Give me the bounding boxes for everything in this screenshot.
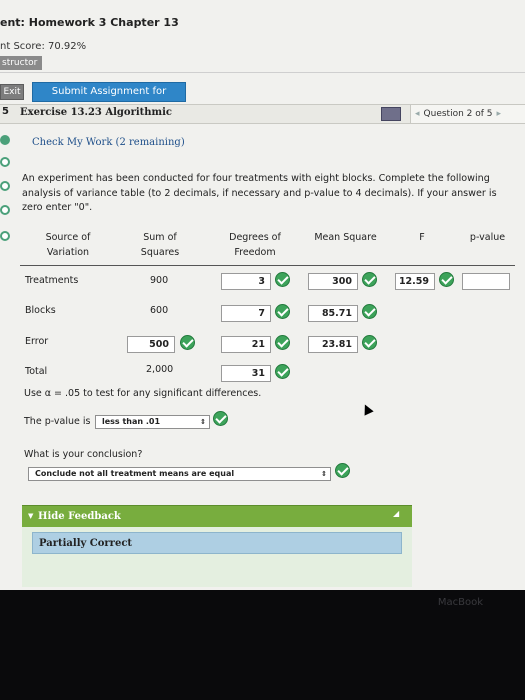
- header-source: Source of Variation: [45, 232, 91, 258]
- header-f: F: [419, 232, 425, 243]
- correct-check-icon: [335, 463, 350, 478]
- current-score: nt Score: 70.92%: [0, 41, 87, 52]
- error-df-input[interactable]: 21: [221, 336, 271, 353]
- correct-check-icon: [275, 335, 290, 350]
- part-status-icon: [0, 135, 10, 145]
- total-df-input[interactable]: 31: [221, 365, 271, 382]
- p-value-question: The p-value is: [24, 416, 91, 427]
- treatments-p-value-input[interactable]: [462, 273, 510, 290]
- calculator-icon[interactable]: [381, 107, 401, 121]
- hide-feedback-label[interactable]: Hide Feedback: [38, 511, 121, 522]
- next-question-icon[interactable]: ▸: [497, 109, 502, 119]
- correct-check-icon: [362, 304, 377, 319]
- total-ss: 2,000: [146, 364, 174, 375]
- correct-check-icon: [275, 364, 290, 379]
- part-status-icon: [0, 181, 10, 191]
- correct-check-icon: [362, 335, 377, 350]
- row-label-blocks: Blocks: [25, 305, 56, 316]
- part-status-icon: [0, 205, 10, 215]
- conclusion-question: What is your conclusion?: [24, 449, 143, 460]
- blocks-df-input[interactable]: 7: [221, 305, 271, 322]
- conclusion-select[interactable]: Conclude not all treatment means are equ…: [28, 467, 331, 481]
- correct-check-icon: [213, 411, 228, 426]
- exit-button[interactable]: Exit: [0, 84, 24, 100]
- header-mean-square: Mean Square: [314, 232, 377, 243]
- treatments-df-input[interactable]: 3: [221, 273, 271, 290]
- correct-check-icon: [275, 272, 290, 287]
- feedback-corner-icon: ◢: [393, 509, 400, 518]
- exercise-title: Exercise 13.23 Algorithmic: [20, 107, 173, 118]
- part-status-icon: [0, 157, 10, 167]
- correct-check-icon: [362, 272, 377, 287]
- assignment-title: ent: Homework 3 Chapter 13: [0, 16, 179, 29]
- question-navigator[interactable]: ◂ Question 2 of 5 ▸: [410, 104, 525, 124]
- select-arrows-icon: ⇕: [200, 418, 206, 426]
- header-p-value: p-value: [469, 232, 506, 243]
- treatments-ms-input[interactable]: 300: [308, 273, 358, 290]
- feedback-status: Partially Correct: [39, 538, 133, 549]
- select-arrows-icon: ⇕: [321, 470, 327, 478]
- device-label: MacBook: [437, 597, 483, 608]
- mouse-cursor-icon: [360, 402, 374, 416]
- check-my-work-link[interactable]: Check My Work (2 remaining): [32, 137, 185, 148]
- row-label-total: Total: [25, 366, 48, 377]
- blocks-ss: 600: [150, 305, 169, 316]
- prev-question-icon[interactable]: ◂: [415, 109, 420, 119]
- correct-check-icon: [439, 272, 454, 287]
- error-ms-input[interactable]: 23.81: [308, 336, 358, 353]
- part-status-icon: [0, 231, 10, 241]
- submit-assignment-button[interactable]: Submit Assignment for Grading: [32, 82, 186, 115]
- treatments-ss: 900: [150, 275, 169, 286]
- problem-statement: An experiment has been conducted for fou…: [22, 173, 497, 213]
- alpha-instruction: Use α = .05 to test for any significant …: [24, 388, 262, 399]
- header-degrees-of-freedom: Degrees of Freedom: [229, 232, 281, 258]
- correct-check-icon: [180, 335, 195, 350]
- exercise-number: 5: [2, 106, 9, 117]
- collapse-triangle-icon: ▼: [28, 512, 34, 520]
- divider: [0, 72, 525, 73]
- row-label-treatments: Treatments: [25, 275, 79, 286]
- browser-screen: ent: Homework 3 Chapter 13 nt Score: 70.…: [0, 0, 525, 590]
- correct-check-icon: [275, 304, 290, 319]
- row-label-error: Error: [25, 336, 49, 347]
- p-value-select[interactable]: less than .01 ⇕: [95, 415, 210, 429]
- question-indicator: Question 2 of 5: [423, 109, 493, 119]
- error-ss-input[interactable]: 500: [127, 336, 175, 353]
- header-sum-of-squares: Sum of Squares: [140, 232, 180, 258]
- instructor-tab[interactable]: structor: [0, 56, 42, 70]
- treatments-f-input[interactable]: 12.59: [395, 273, 435, 290]
- table-rule: [20, 265, 515, 266]
- blocks-ms-input[interactable]: 85.71: [308, 305, 358, 322]
